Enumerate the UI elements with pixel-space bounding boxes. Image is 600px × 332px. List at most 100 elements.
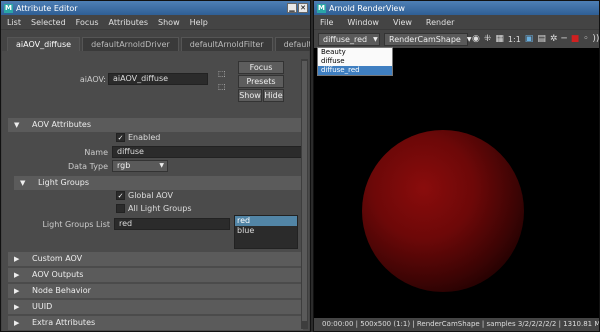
menu-render[interactable]: Render xyxy=(426,18,454,27)
collapsed-arrow-icon: ▶ xyxy=(14,271,20,279)
presets-button[interactable]: Presets xyxy=(238,75,284,88)
input-connection-icon[interactable]: ⬚ xyxy=(218,69,226,78)
section-title: AOV Outputs xyxy=(32,270,84,279)
light-groups-list-field[interactable]: red xyxy=(114,218,230,230)
render-viewport[interactable] xyxy=(314,48,599,318)
section-aov-outputs[interactable]: ▶ AOV Outputs xyxy=(8,268,303,282)
menu-view[interactable]: View xyxy=(393,18,412,27)
section-aov-attributes[interactable]: ▼ AOV Attributes xyxy=(8,118,303,132)
tab-default-arnold[interactable]: defaultArno xyxy=(274,37,310,51)
aov-dropdown[interactable]: diffuse_red ▼ xyxy=(318,32,380,46)
menu-show[interactable]: Show xyxy=(158,18,180,27)
section-light-groups[interactable]: ▼ Light Groups xyxy=(14,176,303,190)
show-button[interactable]: Show xyxy=(238,89,262,102)
render-view-window: M Arnold RenderView File Window View Ren… xyxy=(313,0,600,332)
attribute-panel: aiAOV: aiAOV_diffuse ⬚ ⬚ Focus Presets S… xyxy=(2,51,309,331)
camera-dropdown-value: RenderCamShape xyxy=(389,34,461,44)
collapsed-arrow-icon: ▶ xyxy=(14,287,20,295)
render-icon[interactable]: ◉ xyxy=(472,34,480,44)
section-title: Light Groups xyxy=(38,178,90,187)
menu-help[interactable]: Help xyxy=(190,18,208,27)
dropdown-arrow-icon: ▼ xyxy=(373,35,378,43)
close-icon[interactable]: ✕ xyxy=(298,3,308,13)
aov-option-diffuse[interactable]: diffuse xyxy=(318,57,392,66)
aov-dropdown-value: diffuse_red xyxy=(323,34,368,44)
attribute-editor-window: M Attribute Editor ▁ ✕ List Selected Foc… xyxy=(0,0,311,332)
aiaov-name-field[interactable]: aiAOV_diffuse xyxy=(108,73,208,85)
section-extra-attributes[interactable]: ▶ Extra Attributes xyxy=(8,316,303,330)
maya-icon: M xyxy=(317,3,326,13)
all-light-groups-checkbox[interactable] xyxy=(116,204,125,213)
window-title: Attribute Editor xyxy=(16,3,78,13)
settings-gear-icon[interactable]: ✲ xyxy=(550,34,558,44)
section-title: Node Behavior xyxy=(32,286,91,295)
collapsed-arrow-icon: ▶ xyxy=(14,319,20,327)
light-groups-list-label: Light Groups List xyxy=(42,220,110,229)
aiaov-label: aiAOV: xyxy=(79,75,106,84)
tab-aiaov-diffuse[interactable]: aiAOV_diffuse xyxy=(7,37,81,51)
tab-default-arnold-filter[interactable]: defaultArnoldFilter xyxy=(180,37,273,51)
expand-arrow-icon: ▼ xyxy=(14,121,20,129)
section-title: Extra Attributes xyxy=(32,318,96,327)
aov-dropdown-menu: Beauty diffuse diffuse_red xyxy=(317,47,393,76)
global-aov-label: Global AOV xyxy=(128,191,174,200)
aov-option-beauty[interactable]: Beauty xyxy=(318,48,392,57)
section-title: UUID xyxy=(32,302,53,311)
list-item[interactable]: red xyxy=(235,216,297,226)
all-light-groups-label: All Light Groups xyxy=(128,204,192,213)
render-status-bar: 00:00:00 | 500x500 (1:1) | RenderCamShap… xyxy=(314,318,599,331)
render-toolbar: diffuse_red ▼ RenderCamShape ▼ ◉ ⁜ ▦ 1:1… xyxy=(314,30,599,48)
hide-button[interactable]: Hide xyxy=(263,89,284,102)
camera-dropdown[interactable]: RenderCamShape ▼ xyxy=(384,32,471,46)
global-aov-checkbox[interactable]: ✓ xyxy=(116,191,125,200)
data-type-value: rgb xyxy=(117,161,131,170)
section-uuid[interactable]: ▶ UUID xyxy=(8,300,303,314)
menu-attributes[interactable]: Attributes xyxy=(109,18,149,27)
data-type-dropdown[interactable]: rgb ▼ xyxy=(112,160,168,172)
ratio-label[interactable]: 1:1 xyxy=(508,35,521,44)
stop-icon[interactable]: ■ xyxy=(571,34,580,44)
expand-arrow-icon: ▼ xyxy=(20,179,26,187)
tab-default-arnold-driver[interactable]: defaultArnoldDriver xyxy=(82,37,179,51)
menu-file[interactable]: File xyxy=(320,18,333,27)
enabled-label: Enabled xyxy=(128,133,161,142)
scrollbar-thumb[interactable] xyxy=(302,61,307,321)
minimize-icon[interactable]: ▁ xyxy=(287,3,297,13)
attribute-scrollbar[interactable] xyxy=(301,59,308,329)
collapsed-arrow-icon: ▶ xyxy=(14,255,20,263)
window-title: Arnold RenderView xyxy=(329,3,405,13)
section-custom-aov[interactable]: ▶ Custom AOV xyxy=(8,252,303,266)
light-groups-listbox[interactable]: red blue xyxy=(234,215,298,249)
render-view-titlebar[interactable]: M Arnold RenderView xyxy=(314,1,599,15)
ipr-icon[interactable]: ◦ xyxy=(583,34,588,44)
signal-icon[interactable]: ))) xyxy=(592,34,599,44)
attribute-editor-titlebar[interactable]: M Attribute Editor ▁ ✕ xyxy=(1,1,310,15)
menu-window[interactable]: Window xyxy=(347,18,379,27)
aov-option-diffuse-red[interactable]: diffuse_red xyxy=(318,66,392,75)
focus-button[interactable]: Focus xyxy=(238,61,284,74)
grid-icon[interactable]: ▤ xyxy=(537,34,546,44)
dropdown-arrow-icon: ▼ xyxy=(159,162,164,169)
name-field[interactable]: diffuse xyxy=(112,146,302,158)
menu-list[interactable]: List xyxy=(7,18,21,27)
section-title: AOV Attributes xyxy=(32,120,91,129)
section-title: Custom AOV xyxy=(32,254,83,263)
slider-icon[interactable]: ─ xyxy=(561,34,566,44)
attribute-editor-menubar: List Selected Focus Attributes Show Help xyxy=(1,15,310,30)
list-item[interactable]: blue xyxy=(235,226,297,236)
dropdown-arrow-icon: ▼ xyxy=(466,35,472,43)
collapsed-arrow-icon: ▶ xyxy=(14,303,20,311)
menu-focus[interactable]: Focus xyxy=(76,18,99,27)
render-view-menubar: File Window View Render xyxy=(314,15,599,30)
channel-icon[interactable]: ⁜ xyxy=(484,34,492,44)
data-type-label: Data Type xyxy=(67,162,108,171)
name-label: Name xyxy=(84,148,108,157)
output-connection-icon[interactable]: ⬚ xyxy=(218,82,226,91)
menu-selected[interactable]: Selected xyxy=(31,18,66,27)
rendered-sphere xyxy=(362,130,524,292)
crop-icon[interactable]: ▣ xyxy=(525,34,534,44)
fit-icon[interactable]: ▦ xyxy=(495,34,504,44)
section-node-behavior[interactable]: ▶ Node Behavior xyxy=(8,284,303,298)
maya-icon: M xyxy=(4,3,13,13)
enabled-checkbox[interactable]: ✓ xyxy=(116,133,125,142)
